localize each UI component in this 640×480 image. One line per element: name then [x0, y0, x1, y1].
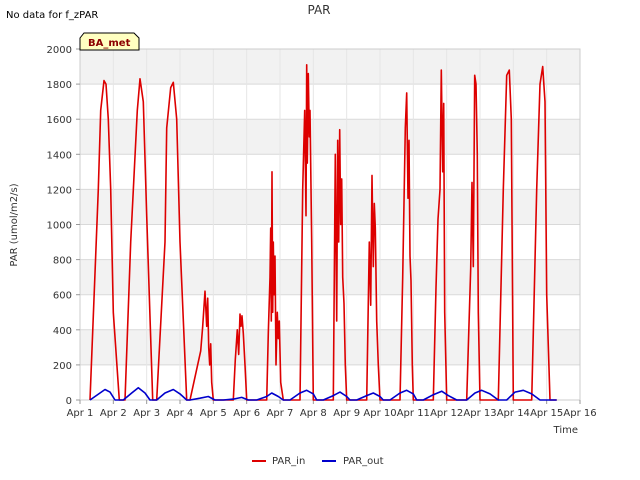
- y-axis-title: PAR (umol/m2/s): [9, 183, 20, 266]
- x-tick-label: Apr 16: [563, 408, 596, 419]
- x-tick-label: Apr 8: [300, 408, 327, 419]
- background-band: [80, 49, 580, 85]
- no-data-note: No data for f_zPAR: [6, 10, 98, 21]
- x-tick-label: Apr 4: [167, 408, 194, 419]
- y-tick-label: 1200: [47, 185, 72, 196]
- site-badge-label: BA_met: [88, 38, 131, 49]
- x-tick-label: Apr 5: [200, 408, 227, 419]
- x-tick-label: Apr 13: [463, 408, 496, 419]
- y-tick-label: 400: [53, 326, 72, 337]
- x-tick-label: Apr 15: [530, 408, 563, 419]
- legend: PAR_in PAR_out: [252, 456, 384, 467]
- site-badge: BA_met: [79, 32, 140, 51]
- y-tick-label: 1600: [47, 115, 72, 126]
- x-tick-label: Apr 3: [133, 408, 160, 419]
- legend-label-par-out: PAR_out: [343, 456, 384, 467]
- background-band: [80, 294, 580, 330]
- background-band: [80, 189, 580, 225]
- y-tick-label: 1400: [47, 150, 72, 161]
- y-tick-label: 200: [53, 361, 72, 372]
- background-band: [80, 329, 580, 365]
- background-band: [80, 224, 580, 260]
- x-tick-label: Apr 10: [363, 408, 396, 419]
- x-tick-label: Apr 11: [397, 408, 430, 419]
- x-axis-ticks: Apr 1 Apr 2 Apr 3 Apr 4 Apr 5 Apr 6 Apr 7 Apr 8…: [67, 400, 597, 419]
- background-band: [80, 259, 580, 295]
- x-tick-label: Apr 7: [267, 408, 294, 419]
- y-tick-label: 800: [53, 256, 72, 267]
- x-tick-label: Apr 6: [233, 408, 260, 419]
- chart-title: PAR: [307, 3, 330, 17]
- y-tick-label: 600: [53, 291, 72, 302]
- x-tick-label: Apr 12: [430, 408, 463, 419]
- x-axis-title: Time: [553, 425, 578, 436]
- x-tick-label: Apr 14: [497, 408, 530, 419]
- y-tick-label: 2000: [47, 45, 72, 56]
- x-tick-label: Apr 2: [100, 408, 127, 419]
- y-tick-label: 1800: [47, 80, 72, 91]
- legend-label-par-in: PAR_in: [272, 456, 305, 467]
- y-tick-label: 1000: [47, 221, 72, 232]
- y-axis-ticks: 0 200 400 600 800 1000 1200 1400 1600 1800 2000: [47, 45, 80, 407]
- x-tick-label: Apr 1: [67, 408, 94, 419]
- y-tick-label: 0: [66, 396, 72, 407]
- chart-canvas: 0 200 400 600 800 1000 1200 1400 1600 1800 2000 Ap…: [6, 3, 597, 467]
- x-tick-label: Apr 9: [333, 408, 360, 419]
- background-band: [80, 364, 580, 400]
- background-band: [80, 154, 580, 190]
